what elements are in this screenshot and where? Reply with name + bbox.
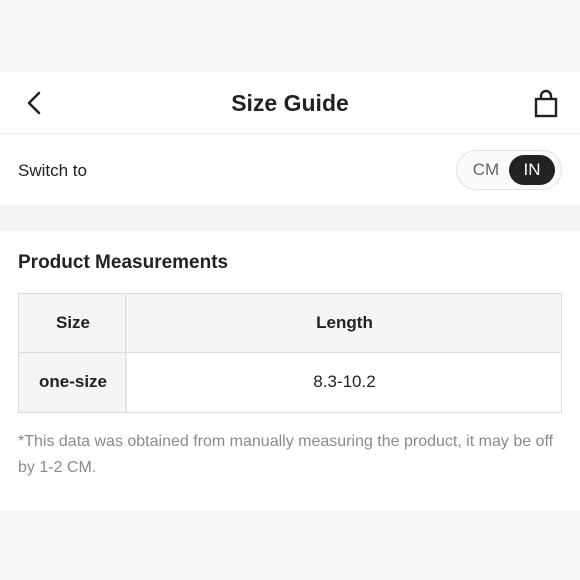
header-length: Length — [316, 313, 373, 332]
measurements-table: Size Length one-size 8.3-10.2 — [18, 293, 562, 413]
cell-length-value: 8.3-10.2 — [313, 372, 376, 391]
unit-toggle[interactable]: CM IN — [456, 150, 562, 190]
shopping-bag-button[interactable] — [528, 86, 564, 122]
header-bar: Size Guide — [0, 72, 580, 134]
page-title: Size Guide — [231, 90, 349, 116]
unit-option-in[interactable]: IN — [509, 155, 555, 185]
cell-size-value: one-size — [38, 372, 108, 391]
section-divider — [0, 205, 580, 231]
top-spacer — [0, 0, 580, 72]
bottom-spacer — [0, 511, 580, 580]
header-size: Size — [55, 313, 91, 332]
unit-switch-row: Switch to CM IN — [0, 135, 580, 205]
measurements-section: Product Measurements Size Length one-siz… — [0, 231, 580, 511]
back-button[interactable] — [18, 85, 54, 121]
size-guide-page: Size Guide Switch to CM IN Product Measu… — [0, 0, 580, 580]
measurement-note: *This data was obtained from manually me… — [18, 433, 554, 476]
section-title: Product Measurements — [18, 252, 229, 273]
shopping-bag-icon — [534, 89, 558, 118]
switch-label: Switch to — [18, 161, 87, 180]
unit-option-cm[interactable]: CM — [461, 155, 511, 185]
chevron-left-icon — [27, 91, 41, 115]
